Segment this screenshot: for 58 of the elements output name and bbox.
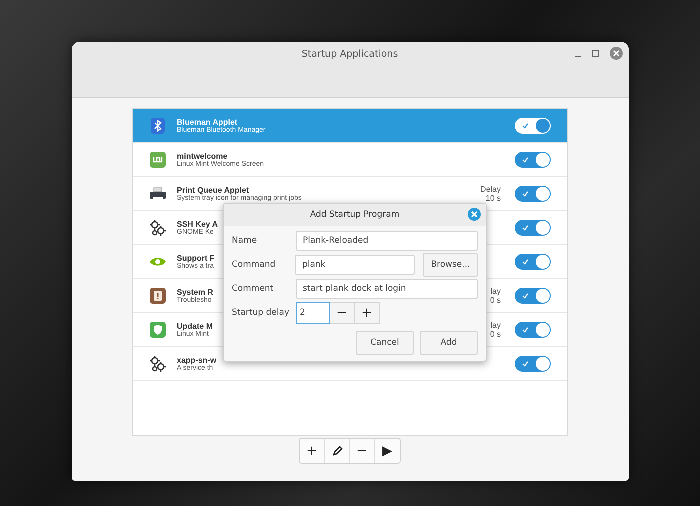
app-name: Support F: [177, 254, 215, 262]
pencil-icon: [332, 446, 342, 456]
check-icon: [522, 292, 529, 298]
gears-icon: [149, 218, 167, 236]
remove-button[interactable]: −: [350, 439, 375, 463]
shield-icon: [149, 320, 167, 338]
toggle-switch[interactable]: [515, 186, 551, 202]
input-field[interactable]: start plank dock at login: [296, 279, 478, 299]
alert-icon: [149, 286, 167, 304]
app-name: Blueman Applet: [177, 118, 238, 126]
field-label: Name: [232, 236, 258, 246]
cancel-button[interactable]: Cancel: [356, 331, 414, 355]
check-icon: [522, 224, 529, 230]
app-name: xapp-sn-w: [177, 356, 217, 364]
gears-icon: [149, 354, 167, 372]
delay-label: Delay: [480, 184, 501, 194]
delay-label: lay: [490, 286, 501, 296]
increment-button[interactable]: +: [355, 302, 380, 324]
delay-value: 0 s: [490, 330, 501, 338]
delay-value: 10 s: [486, 194, 501, 202]
delay-label: lay: [490, 320, 501, 330]
dialog-title: Add Startup Program: [310, 210, 400, 220]
toggle-switch[interactable]: [515, 356, 551, 372]
field-label: Startup delay: [232, 308, 290, 318]
maximize-icon[interactable]: [592, 50, 600, 58]
check-icon: [522, 360, 529, 366]
app-name: mintwelcome: [177, 152, 228, 160]
decrement-button[interactable]: −: [330, 302, 355, 324]
close-icon[interactable]: [610, 47, 622, 60]
close-icon[interactable]: [468, 208, 481, 221]
app-name: System R: [177, 288, 214, 296]
toggle-switch[interactable]: [515, 288, 551, 304]
check-icon: [522, 190, 529, 196]
delay-field[interactable]: 2: [296, 302, 330, 324]
toggle-switch[interactable]: [515, 254, 551, 270]
field-label: Command: [232, 260, 277, 270]
check-icon: [522, 258, 529, 264]
toggle-switch[interactable]: [515, 152, 551, 168]
add-button[interactable]: Add: [420, 331, 478, 355]
run-button[interactable]: ▶: [375, 439, 400, 463]
mint-logo-icon: [149, 150, 167, 168]
check-icon: [522, 122, 529, 128]
delay-value: 0 s: [490, 296, 501, 304]
app-name: SSH Key A: [177, 220, 218, 228]
toggle-switch[interactable]: [515, 220, 551, 236]
input-field[interactable]: Plank-Reloaded: [296, 231, 478, 251]
browse-button[interactable]: Browse...: [423, 253, 478, 277]
app-name: Update M: [177, 322, 213, 330]
field-label: Comment: [232, 284, 275, 294]
toggle-switch[interactable]: [515, 322, 551, 338]
add-button[interactable]: +: [300, 439, 325, 463]
check-icon: [522, 156, 529, 162]
app-name: Print Queue Applet: [177, 186, 250, 194]
window-title: Startup Applications: [302, 49, 398, 60]
check-icon: [522, 326, 529, 332]
bluetooth-icon: [149, 116, 167, 134]
input-field[interactable]: plank: [295, 255, 416, 275]
toggle-switch[interactable]: [515, 118, 551, 134]
